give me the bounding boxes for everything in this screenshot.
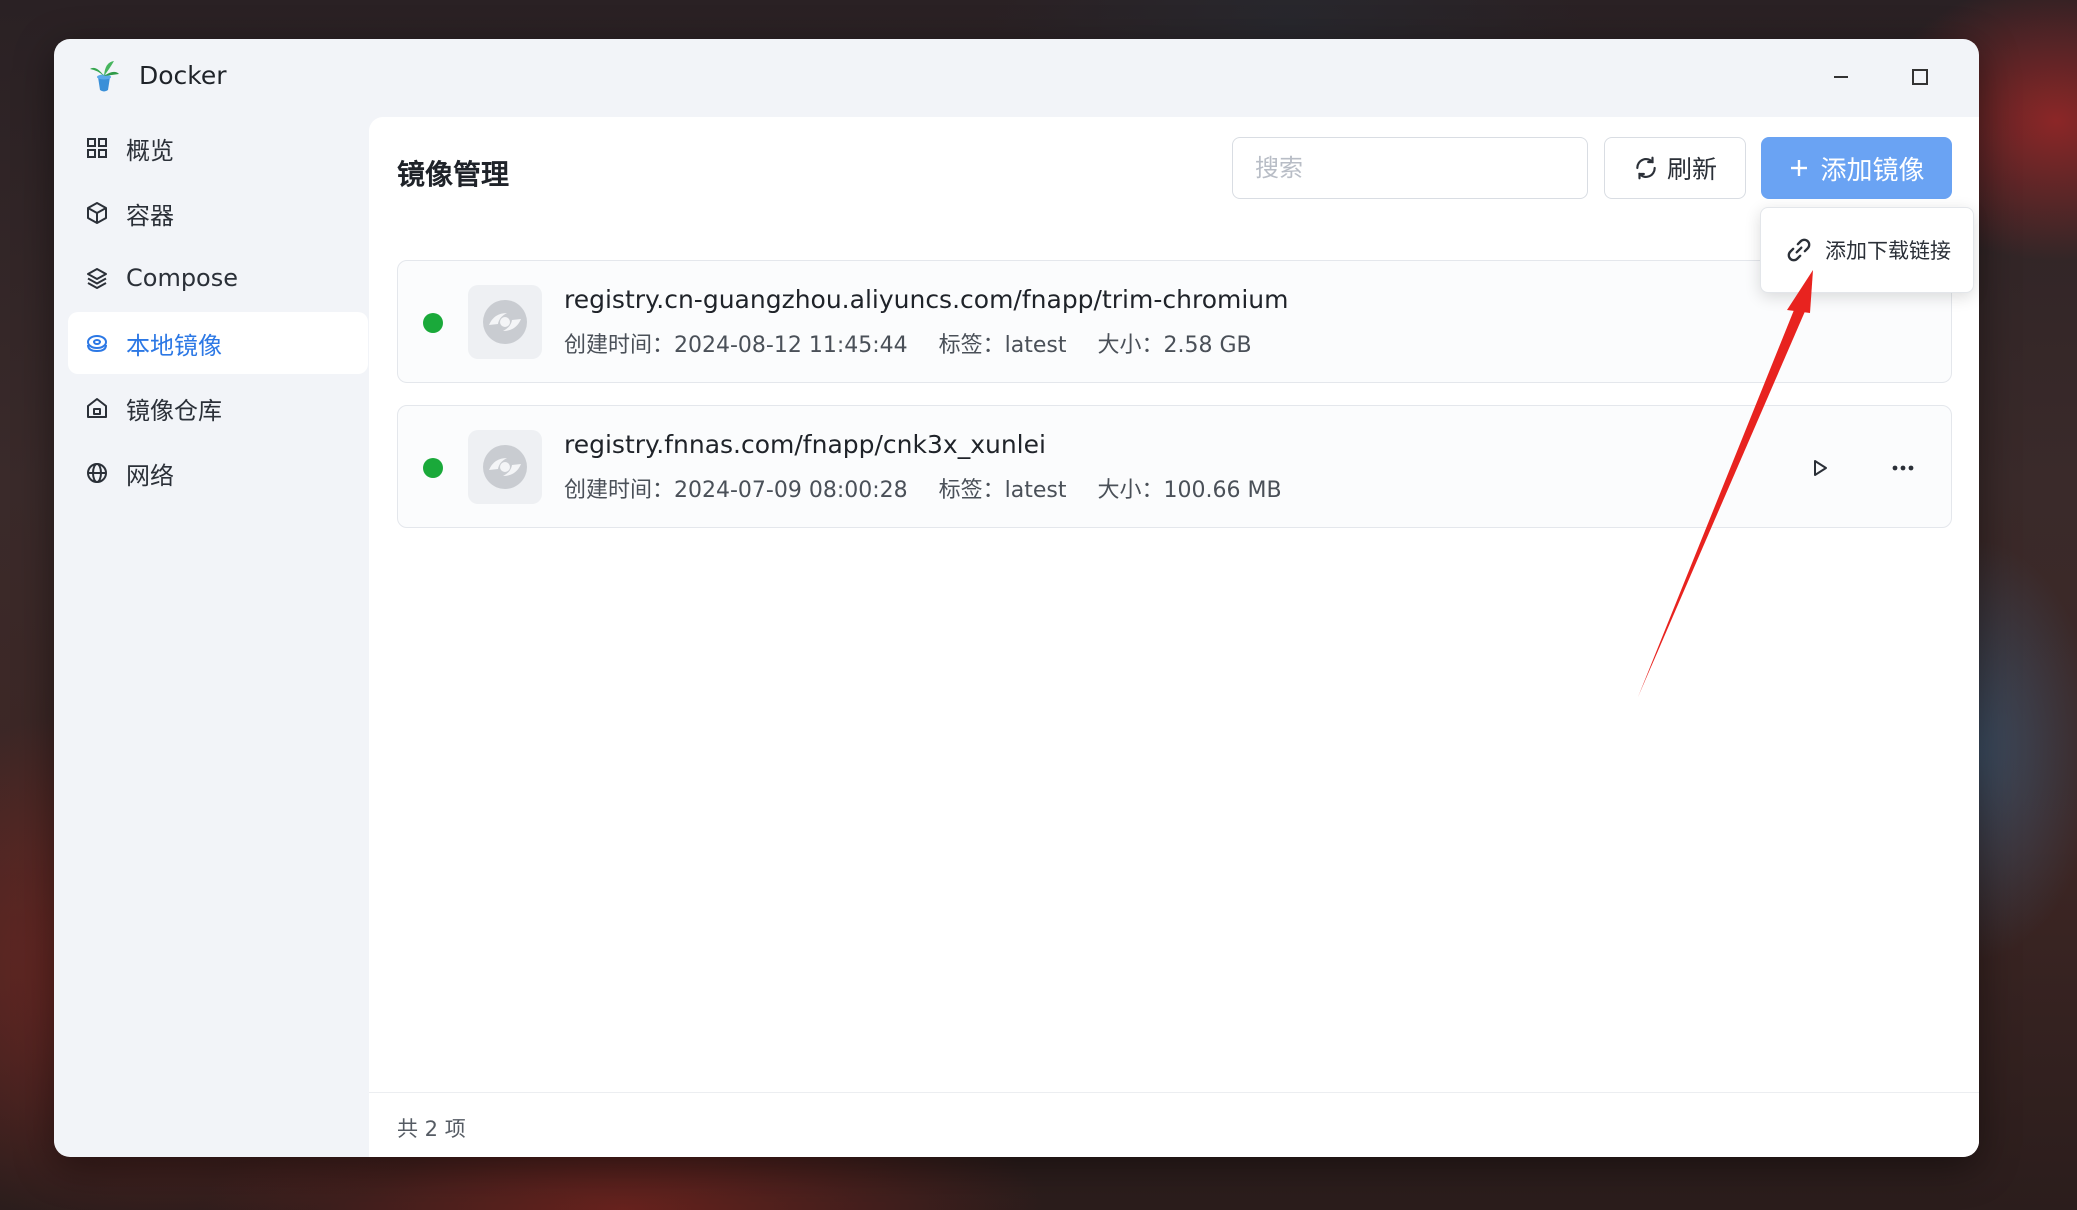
image-name: registry.fnnas.com/fnapp/cnk3x_xunlei bbox=[564, 430, 1046, 459]
status-dot bbox=[423, 458, 443, 478]
close-button[interactable] bbox=[1974, 53, 1979, 101]
add-image-label: 添加镜像 bbox=[1820, 155, 1925, 186]
image-tag: 标签：latest bbox=[938, 478, 1067, 503]
add-download-link-label: 添加下载链接 bbox=[1825, 239, 1951, 263]
sidebar-item-label: Compose bbox=[126, 264, 239, 292]
item-count: 共 2 项 bbox=[397, 1117, 466, 1141]
maximize-icon bbox=[1912, 69, 1928, 85]
image-tag: 标签：latest bbox=[938, 333, 1067, 358]
status-dot bbox=[423, 313, 443, 333]
add-image-button[interactable]: 添加镜像 bbox=[1761, 137, 1952, 199]
minimize-icon bbox=[1834, 76, 1848, 78]
sidebar-item-label: 网络 bbox=[126, 461, 174, 490]
more-button[interactable] bbox=[1881, 446, 1925, 490]
sidebar-item-compose[interactable]: Compose bbox=[68, 247, 368, 309]
add-download-link-menu-item[interactable]: 添加下载链接 bbox=[1760, 207, 1974, 293]
sidebar-item-network[interactable]: 网络 bbox=[68, 442, 368, 504]
sidebar-item-label: 镜像仓库 bbox=[126, 396, 222, 425]
sidebar-item-image-registry[interactable]: 镜像仓库 bbox=[68, 377, 368, 439]
grid-icon bbox=[84, 135, 110, 161]
sidebar-item-label: 本地镜像 bbox=[126, 331, 222, 360]
image-meta: 创建时间：2024-08-12 11:45:44 标签：latest 大小：2.… bbox=[564, 327, 1276, 359]
page-title: 镜像管理 bbox=[397, 158, 510, 191]
run-button[interactable] bbox=[1798, 446, 1842, 490]
image-disc-icon bbox=[468, 430, 542, 504]
image-disc-icon bbox=[468, 285, 542, 359]
plus-icon bbox=[1791, 160, 1808, 176]
sidebar-item-containers[interactable]: 容器 bbox=[68, 182, 368, 244]
image-card[interactable]: registry.cn-guangzhou.aliyuncs.com/fnapp… bbox=[397, 260, 1952, 383]
link-icon bbox=[1785, 236, 1813, 264]
image-size: 大小：2.58 GB bbox=[1097, 333, 1252, 358]
play-icon bbox=[1814, 460, 1827, 476]
warehouse-icon bbox=[84, 395, 110, 421]
disc-icon bbox=[84, 330, 110, 356]
sidebar-item-overview[interactable]: 概览 bbox=[68, 117, 368, 179]
box-icon bbox=[84, 200, 110, 226]
sidebar-item-label: 容器 bbox=[126, 201, 174, 230]
refresh-label: 刷新 bbox=[1666, 155, 1717, 184]
sidebar: 概览 容器 Compose 本地镜像 镜像仓库 网络 bbox=[68, 117, 368, 507]
search-input[interactable] bbox=[1232, 137, 1588, 199]
image-card[interactable]: registry.fnnas.com/fnapp/cnk3x_xunlei 创建… bbox=[397, 405, 1952, 528]
refresh-button[interactable]: 刷新 bbox=[1604, 137, 1746, 199]
refresh-icon bbox=[1636, 156, 1656, 180]
layers-icon bbox=[84, 265, 110, 291]
title-bar: Docker bbox=[54, 39, 1979, 115]
sidebar-item-label: 概览 bbox=[126, 136, 174, 165]
main-content: 镜像管理 刷新 添加镜像 registry.cn-guangzhou.aliyu… bbox=[369, 117, 1979, 1157]
docker-window: Docker 概览 容器 Compose 本地镜像 镜像仓库 网络 镜像管理 搜… bbox=[54, 39, 1979, 1157]
docker-app-icon bbox=[84, 57, 124, 97]
maximize-button[interactable] bbox=[1896, 53, 1944, 101]
image-size: 大小：100.66 MB bbox=[1097, 478, 1282, 503]
image-name: registry.cn-guangzhou.aliyuncs.com/fnapp… bbox=[564, 285, 1289, 314]
app-title: Docker bbox=[139, 61, 227, 90]
footer: 共 2 项 bbox=[369, 1092, 1979, 1157]
sidebar-item-local-images[interactable]: 本地镜像 bbox=[68, 312, 368, 374]
image-created: 创建时间：2024-07-09 08:00:28 bbox=[564, 478, 908, 503]
globe-icon bbox=[84, 460, 110, 486]
image-meta: 创建时间：2024-07-09 08:00:28 标签：latest 大小：10… bbox=[564, 472, 1306, 504]
more-icon bbox=[1892, 465, 1914, 471]
image-created: 创建时间：2024-08-12 11:45:44 bbox=[564, 333, 908, 358]
minimize-button[interactable] bbox=[1817, 53, 1865, 101]
